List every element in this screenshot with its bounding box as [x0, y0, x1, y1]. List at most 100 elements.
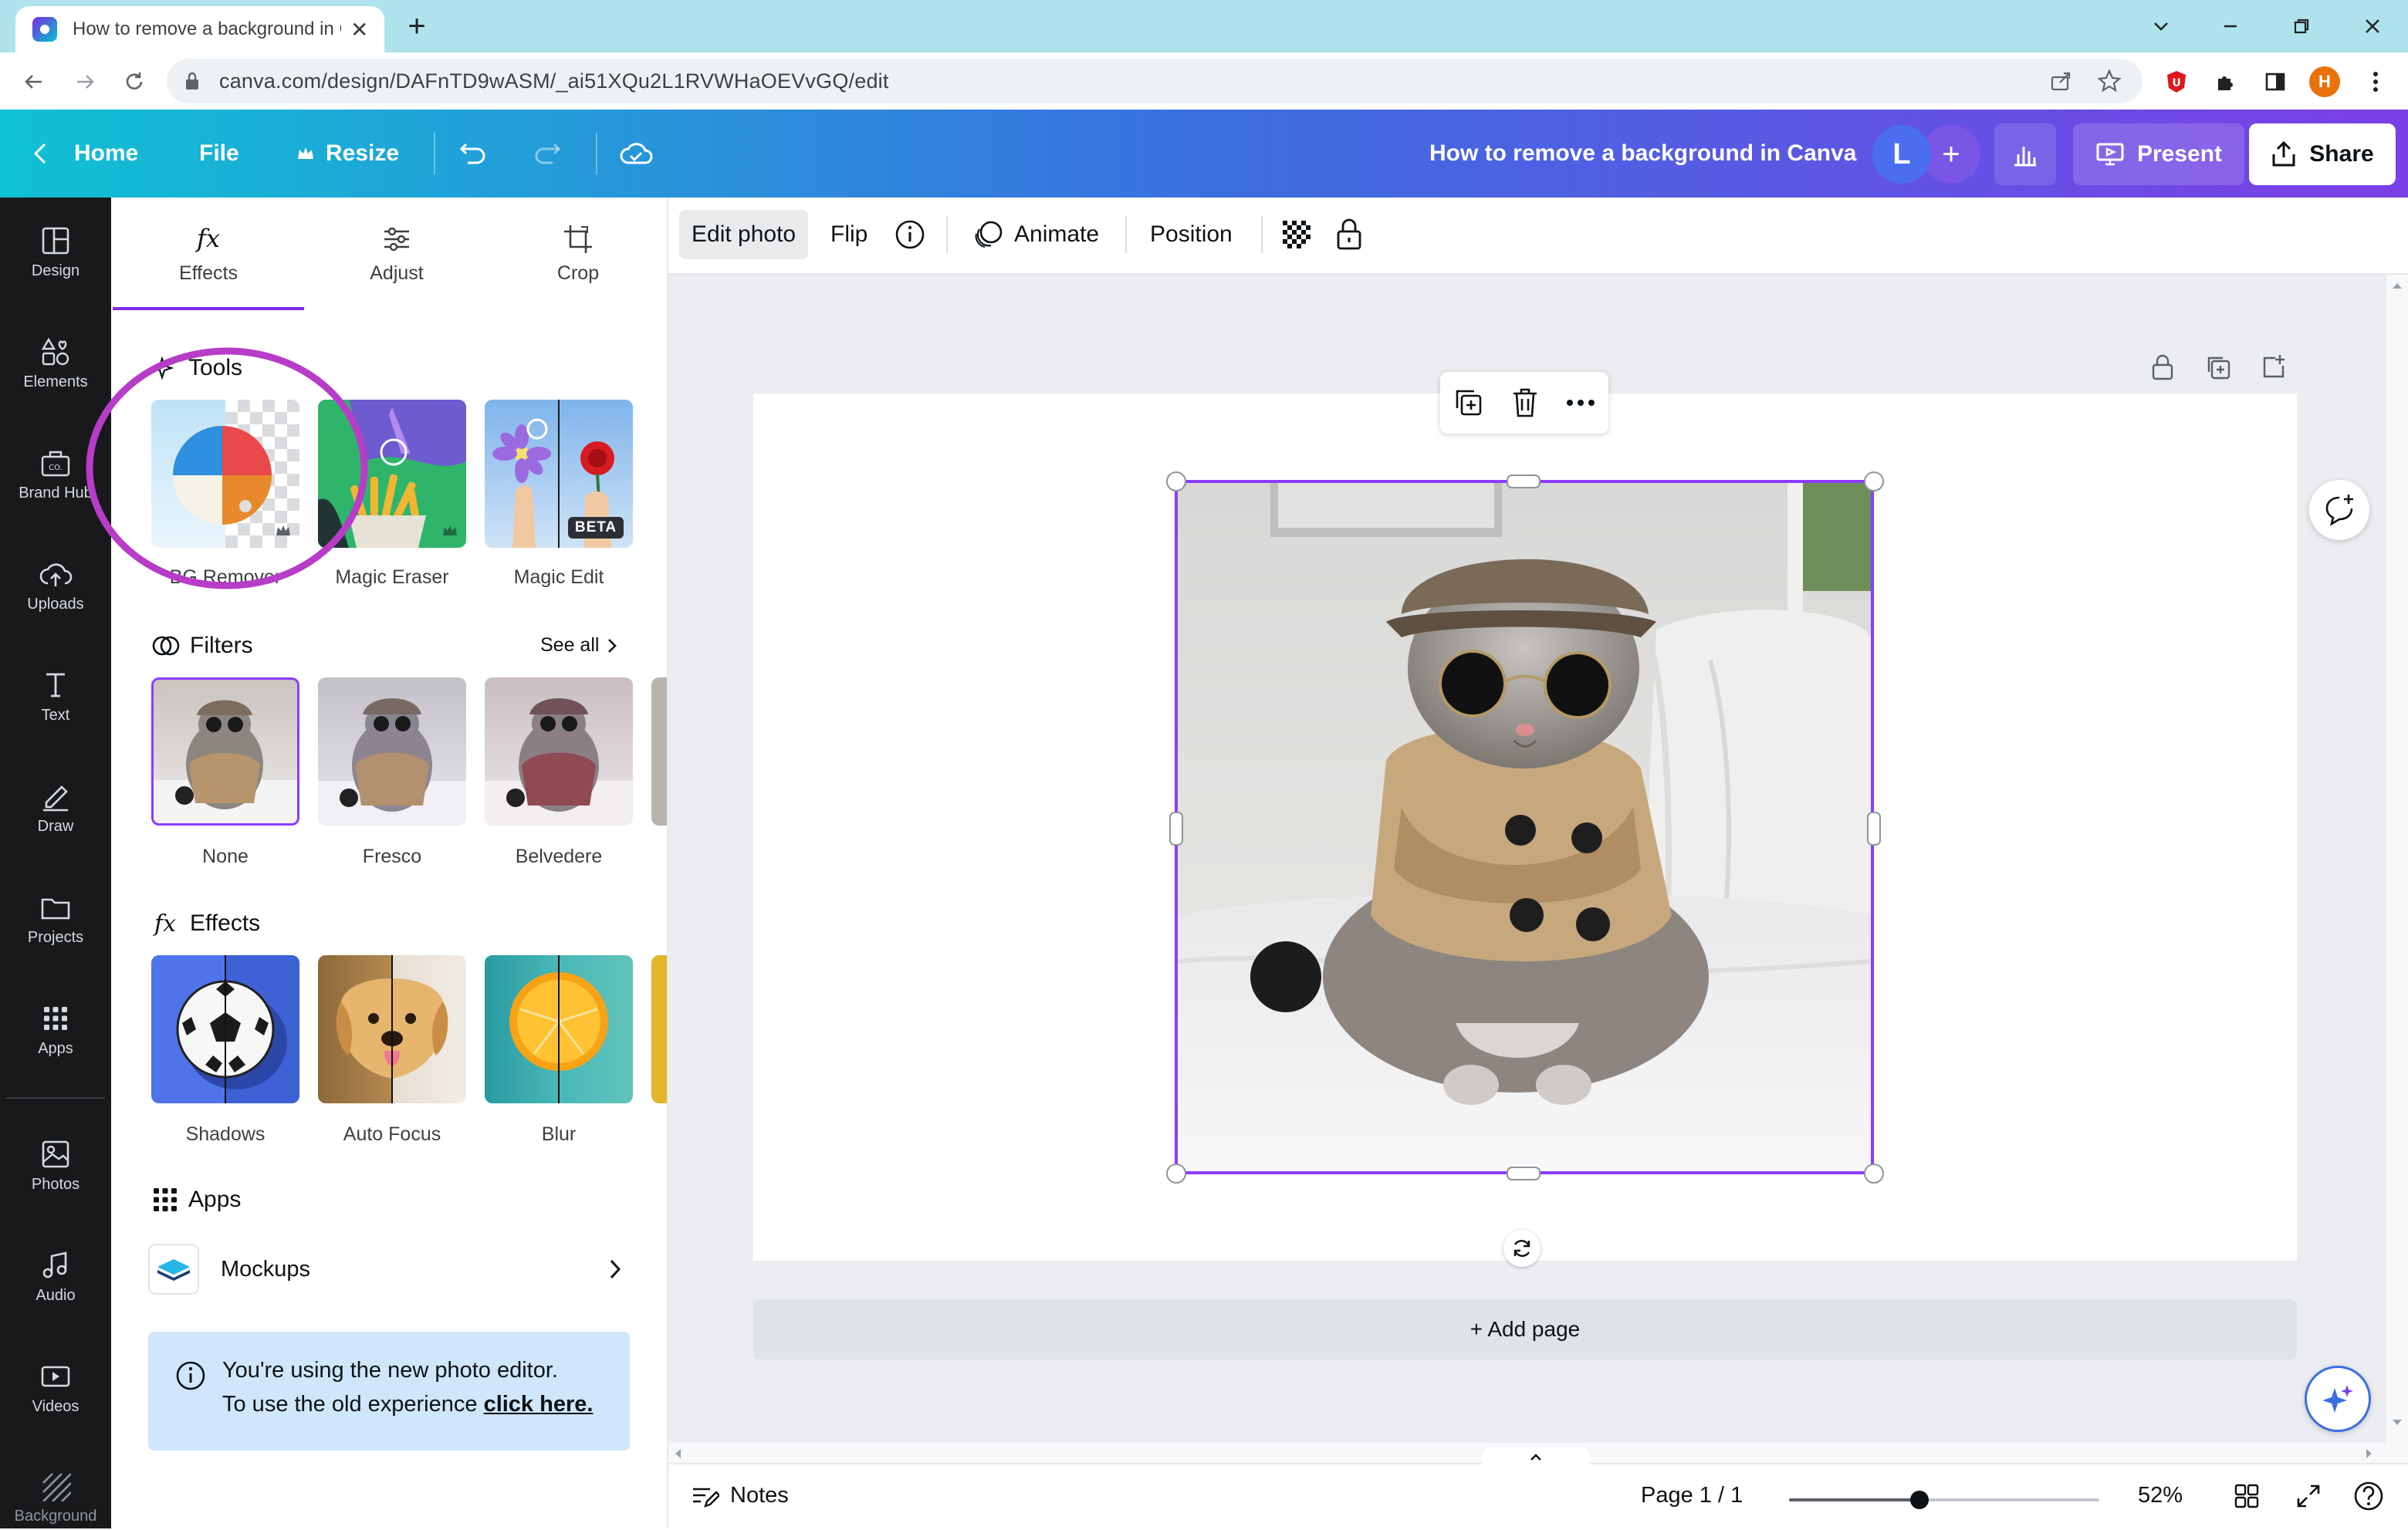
resize-handle-bottom-right[interactable] [1864, 1164, 1884, 1184]
filter-belvedere-thumbnail[interactable] [485, 677, 633, 826]
minimize-icon[interactable] [2207, 3, 2254, 49]
chevron-right-icon [608, 638, 617, 653]
tab-crop[interactable]: Crop [489, 198, 667, 310]
back-arrow-icon[interactable] [15, 63, 52, 100]
fullscreen-icon[interactable] [2291, 1478, 2326, 1514]
redo-button[interactable] [531, 110, 562, 198]
position-button[interactable]: Position [1138, 210, 1245, 259]
effect-next-thumbnail-partial[interactable] [651, 955, 667, 1103]
edit-photo-button[interactable]: Edit photo [679, 210, 809, 259]
resize-handle-right[interactable] [1867, 812, 1881, 846]
add-comment-icon [2325, 495, 2353, 526]
show-pages-toggle[interactable] [1482, 1447, 1590, 1466]
tab-effects[interactable]: fx Effects [113, 198, 304, 310]
unlock-icon [1337, 218, 1361, 250]
adblock-extension-icon[interactable]: U [2159, 65, 2193, 99]
flip-button[interactable]: Flip [818, 210, 880, 259]
filter-fresco-thumbnail[interactable] [318, 677, 466, 826]
info-line-1: You're using the new photo editor. [222, 1358, 558, 1383]
restore-icon[interactable] [2278, 3, 2325, 49]
bookmark-star-icon[interactable] [2096, 68, 2122, 94]
rail-item-apps[interactable]: Apps [0, 980, 111, 1080]
magic-assistant-button[interactable] [2305, 1366, 2371, 1432]
rail-item-text[interactable]: Text [0, 647, 111, 747]
tab-adjust[interactable]: Adjust [304, 198, 489, 310]
transparency-button[interactable] [1275, 210, 1318, 259]
vertical-scrollbar[interactable] [2386, 275, 2408, 1463]
present-button[interactable]: Present [2073, 123, 2244, 185]
sliders-icon [384, 227, 409, 251]
rail-item-photos[interactable]: Photos [0, 1116, 111, 1216]
effect-shadows-thumbnail[interactable] [151, 955, 299, 1103]
save-status-button[interactable] [619, 110, 653, 198]
share-page-icon[interactable] [2048, 68, 2075, 94]
collaborator-avatar[interactable]: L [1872, 125, 1931, 184]
magic-edit-thumbnail[interactable]: BETA [485, 400, 633, 548]
new-tab-button[interactable]: + [400, 6, 434, 46]
help-icon[interactable] [2351, 1478, 2386, 1514]
share-button[interactable]: Share [2249, 123, 2396, 185]
rail-item-draw[interactable]: Draw [0, 758, 111, 858]
animate-button[interactable]: Animate [960, 210, 1111, 259]
effect-blur-thumbnail[interactable] [485, 955, 633, 1103]
grid-view-icon[interactable] [2229, 1478, 2264, 1514]
rail-item-background[interactable]: Background [0, 1449, 111, 1528]
side-panel-icon[interactable] [2258, 65, 2292, 99]
resize-handle-top-left[interactable] [1166, 471, 1186, 491]
reload-icon[interactable] [116, 63, 153, 100]
tab-close-icon[interactable]: ✕ [350, 17, 368, 42]
page-indicator[interactable]: Page 1 / 1 [1641, 1463, 1743, 1528]
resize-handle-top[interactable] [1507, 475, 1541, 488]
undo-button[interactable] [458, 110, 489, 198]
soccer-ball-icon [176, 955, 299, 1103]
tab-search-chevron-icon[interactable] [2138, 3, 2184, 49]
effects-heading: fx Effects [151, 904, 260, 943]
old-experience-link[interactable]: click here. [484, 1392, 594, 1417]
close-window-icon[interactable] [2349, 3, 2396, 49]
add-page-button[interactable]: + Add page [753, 1299, 2297, 1359]
insights-button[interactable] [1994, 123, 2056, 185]
svg-text:U: U [2172, 77, 2180, 90]
scroll-right-icon [2366, 1449, 2372, 1458]
rail-item-design[interactable]: Design [0, 202, 111, 302]
lock-button[interactable] [1329, 210, 1369, 259]
info-button[interactable] [888, 210, 932, 259]
add-page-icon[interactable] [2255, 349, 2292, 386]
trash-icon[interactable] [1510, 387, 1540, 419]
notes-button[interactable]: Notes [690, 1463, 789, 1528]
filter-next-thumbnail-partial[interactable] [651, 677, 667, 826]
zoom-percentage[interactable]: 52% [2138, 1463, 2183, 1528]
browser-tab[interactable]: How to remove a background in Canva ✕ [15, 6, 384, 52]
zoom-slider-knob[interactable] [1909, 1491, 1929, 1509]
resize-handle-left[interactable] [1169, 812, 1183, 846]
document-title[interactable]: How to remove a background in Canva [1429, 110, 1856, 198]
resize-handle-top-right[interactable] [1864, 471, 1884, 491]
selected-cat-photo[interactable] [1175, 480, 1874, 1174]
resize-handle-bottom[interactable] [1507, 1167, 1541, 1180]
lock-page-icon[interactable] [2144, 349, 2181, 386]
rail-item-projects[interactable]: Projects [0, 869, 111, 969]
duplicate-element-icon[interactable] [1453, 387, 1485, 419]
rotate-handle[interactable] [1503, 1230, 1541, 1267]
extensions-puzzle-icon[interactable] [2209, 65, 2243, 99]
effect-auto-focus-thumbnail[interactable] [318, 955, 466, 1103]
resize-button[interactable]: Resize [296, 110, 399, 198]
browser-menu-icon[interactable] [2359, 65, 2393, 99]
more-options-icon[interactable] [1565, 398, 1596, 407]
filters-see-all-link[interactable]: See all [540, 634, 617, 657]
resize-handle-bottom-left[interactable] [1166, 1164, 1186, 1184]
comment-button[interactable] [2309, 480, 2369, 540]
omnibox[interactable]: canva.com/design/DAFnTD9wASM/_ai51XQu2L1… [167, 59, 2143, 103]
profile-avatar[interactable]: H [2308, 65, 2342, 99]
rail-item-audio[interactable]: Audio [0, 1227, 111, 1327]
duplicate-page-icon[interactable] [2200, 349, 2237, 386]
apps-heading: Apps [151, 1180, 241, 1219]
home-button[interactable]: Home [31, 110, 138, 198]
file-menu-button[interactable]: File [199, 110, 239, 198]
new-editor-info-banner: You're using the new photo editor. To us… [148, 1332, 630, 1451]
share-upload-icon [2272, 140, 2295, 167]
forward-arrow-icon[interactable] [66, 63, 103, 100]
rail-item-videos[interactable]: Videos [0, 1338, 111, 1438]
app-item-mockups[interactable]: Mockups [148, 1242, 630, 1296]
filter-none-thumbnail[interactable] [151, 677, 299, 826]
